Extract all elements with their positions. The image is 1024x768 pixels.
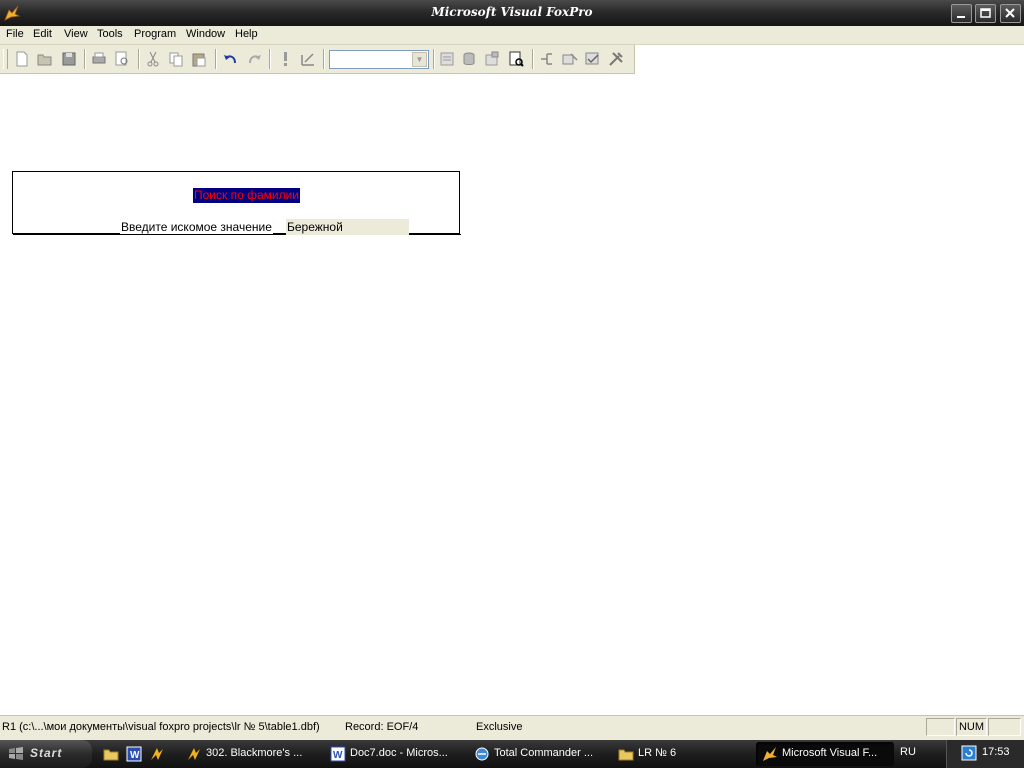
- menu-help[interactable]: Help: [235, 28, 258, 40]
- taskbar: Start W 302. Blackmore's ... W Doc7.doc …: [0, 740, 1024, 768]
- close-icon: [1005, 8, 1015, 18]
- toolbar-grip[interactable]: [3, 49, 8, 69]
- task-label: 302. Blackmore's ...: [206, 747, 303, 759]
- minimize-icon: [957, 16, 965, 18]
- status-num: NUM: [956, 718, 987, 736]
- task-folder-lr6[interactable]: LR № 6: [612, 742, 750, 766]
- menu-bar: File Edit View Tools Program Window Help: [0, 26, 1024, 45]
- folder-icon: [618, 749, 634, 761]
- task-label: Doc7.doc - Micros...: [350, 747, 448, 759]
- component-gallery-icon[interactable]: [584, 50, 602, 68]
- menu-window[interactable]: Window: [186, 28, 225, 40]
- task-visual-foxpro[interactable]: Microsoft Visual F...: [756, 742, 894, 766]
- clock: 17:53: [982, 746, 1010, 758]
- status-panel-ins: [988, 718, 1021, 736]
- standard-toolbar: ▼: [0, 45, 635, 74]
- window-title: Microsoft Visual FoxPro: [431, 5, 593, 19]
- run-icon[interactable]: [276, 50, 294, 68]
- command-window-icon[interactable]: [438, 50, 456, 68]
- properties-icon[interactable]: [483, 50, 501, 68]
- print-preview-icon[interactable]: [113, 50, 131, 68]
- start-label: Start: [30, 746, 63, 760]
- title-bar[interactable]: Microsoft Visual FoxPro: [0, 0, 1024, 26]
- foxpro-icon: [763, 747, 777, 761]
- menu-file[interactable]: File: [6, 28, 24, 40]
- redo-icon[interactable]: [245, 50, 263, 68]
- status-record: Record: EOF/4: [345, 721, 419, 733]
- menu-view[interactable]: View: [64, 28, 88, 40]
- print-icon[interactable]: [90, 50, 108, 68]
- task-total-commander[interactable]: Total Commander ...: [468, 742, 610, 766]
- task-word-doc[interactable]: W Doc7.doc - Micros...: [324, 742, 466, 766]
- tray-app-icon[interactable]: [961, 745, 977, 761]
- status-table-path: R1 (c:\...\мои документы\visual foxpro p…: [2, 721, 320, 733]
- winamp-icon: [188, 748, 200, 760]
- winamp-icon[interactable]: [148, 745, 166, 763]
- maximize-icon: [980, 8, 991, 18]
- undo-icon[interactable]: [222, 50, 240, 68]
- open-folder-icon[interactable]: [36, 50, 54, 68]
- start-button[interactable]: Start: [0, 740, 92, 768]
- copy-icon[interactable]: [167, 50, 185, 68]
- maximize-button[interactable]: [975, 4, 996, 23]
- new-file-icon[interactable]: [13, 50, 31, 68]
- status-bar: R1 (c:\...\мои документы\visual foxpro p…: [0, 715, 1024, 740]
- task-winamp[interactable]: 302. Blackmore's ...: [180, 742, 320, 766]
- form-title: Поиск по фамилии: [193, 188, 300, 203]
- menu-edit[interactable]: Edit: [33, 28, 52, 40]
- save-icon[interactable]: [60, 50, 78, 68]
- database-combo[interactable]: ▼: [329, 50, 429, 69]
- search-input[interactable]: [286, 219, 409, 235]
- modify-form-icon[interactable]: [299, 50, 317, 68]
- status-mode: Exclusive: [476, 721, 523, 733]
- search-label: Введите искомое значение: [120, 220, 273, 234]
- windows-flag-icon: [9, 747, 23, 760]
- class-browser-icon[interactable]: [538, 50, 556, 68]
- svg-text:W: W: [130, 750, 140, 761]
- menu-program[interactable]: Program: [134, 28, 176, 40]
- cut-icon[interactable]: [144, 50, 162, 68]
- minimize-button[interactable]: [951, 4, 972, 23]
- task-label: Microsoft Visual F...: [782, 747, 878, 759]
- language-indicator[interactable]: RU: [900, 746, 916, 758]
- task-label: Total Commander ...: [494, 747, 594, 759]
- search-form: Поиск по фамилии Введите искомое значени…: [12, 171, 461, 235]
- close-button[interactable]: [1000, 4, 1021, 23]
- paste-icon[interactable]: [190, 50, 208, 68]
- show-desktop-icon[interactable]: [102, 745, 120, 763]
- data-session-icon[interactable]: [460, 50, 478, 68]
- word-icon: W: [330, 746, 346, 762]
- document-view-icon[interactable]: [507, 50, 525, 68]
- word-icon[interactable]: W: [125, 745, 143, 763]
- menu-tools[interactable]: Tools: [97, 28, 123, 40]
- object-browser-icon[interactable]: [561, 50, 579, 68]
- task-label: LR № 6: [638, 747, 677, 759]
- total-commander-icon: [475, 747, 489, 761]
- toolbox-icon[interactable]: [607, 50, 625, 68]
- chevron-down-icon[interactable]: ▼: [412, 52, 427, 67]
- status-panel-caps: [926, 718, 955, 736]
- svg-text:W: W: [333, 750, 343, 761]
